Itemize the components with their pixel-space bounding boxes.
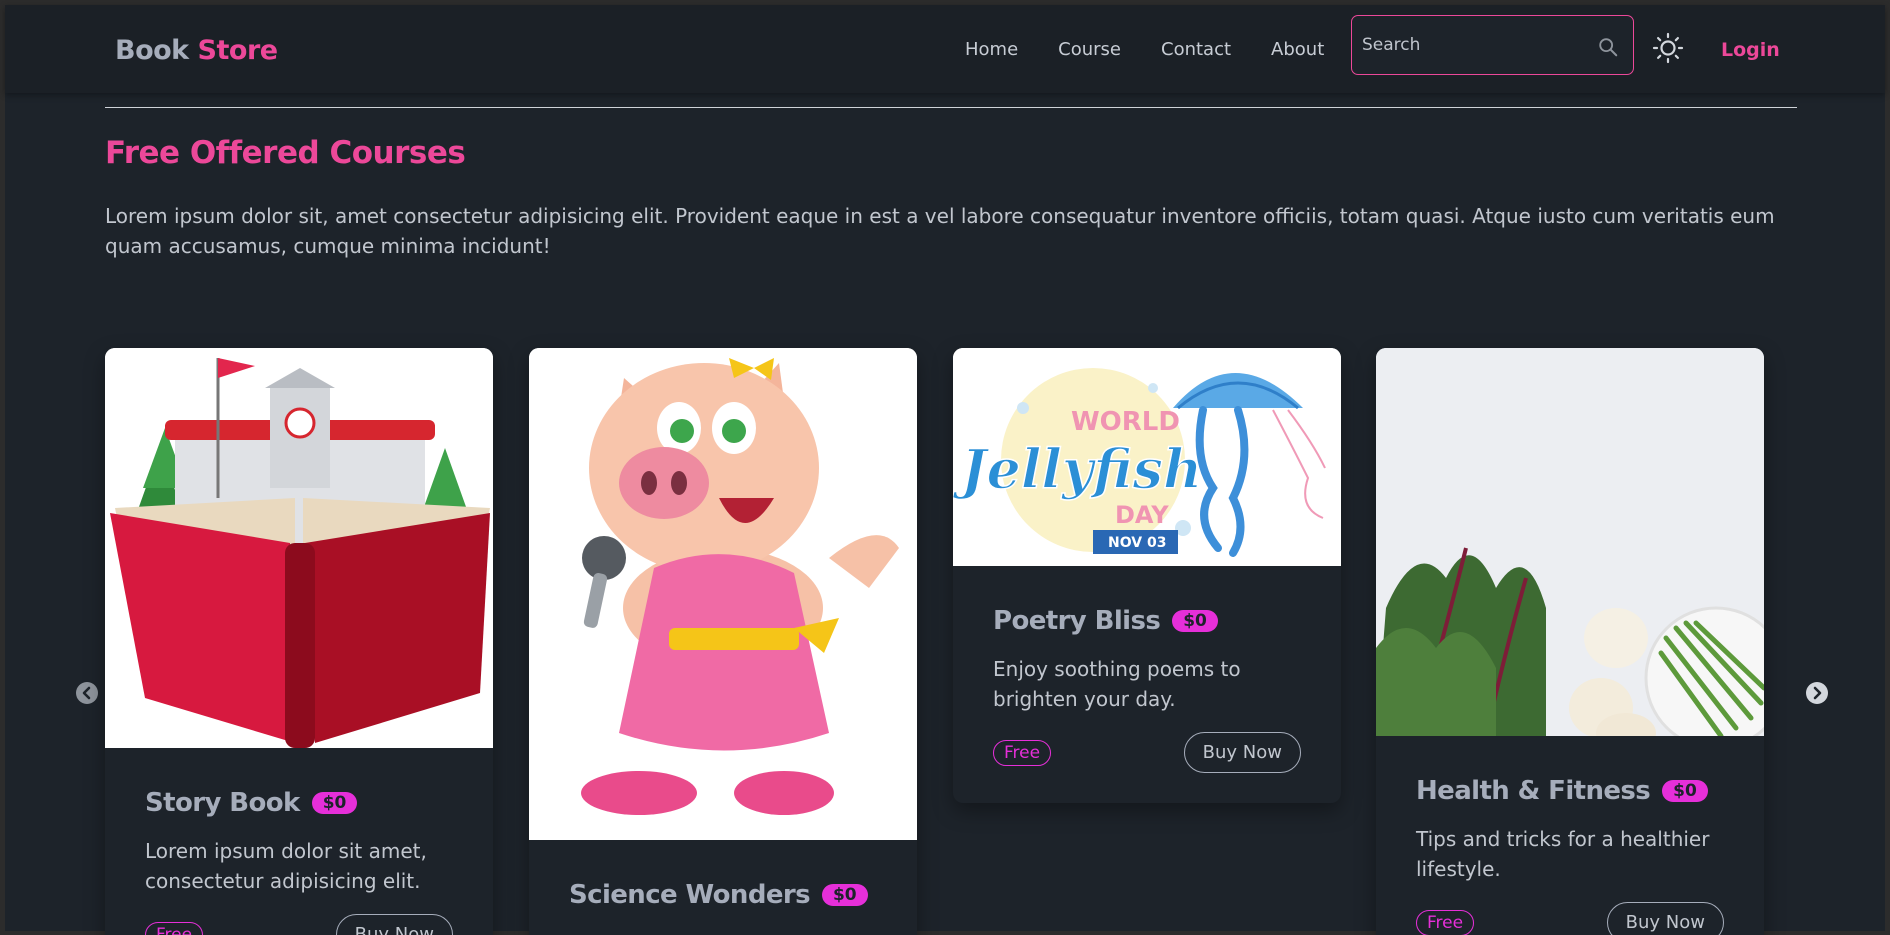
card-title: Story Book $0 bbox=[145, 788, 453, 818]
card-description: Tips and tricks for a healthier lifestyl… bbox=[1416, 827, 1710, 881]
brand-logo[interactable]: Book Store bbox=[115, 35, 278, 66]
chevron-left-icon bbox=[82, 686, 91, 700]
brand-text-store: Store bbox=[197, 35, 279, 66]
banner-text-date: NOV 03 bbox=[1108, 535, 1166, 551]
price-badge: $0 bbox=[1172, 610, 1218, 632]
card-description: Lorem ipsum dolor sit amet, consectetur … bbox=[145, 839, 427, 893]
card-title: Science Wonders $0 bbox=[569, 880, 877, 910]
nav-link-about[interactable]: About bbox=[1271, 39, 1324, 60]
login-button[interactable]: Login bbox=[1721, 39, 1780, 61]
section-title: Free Offered Courses bbox=[105, 135, 466, 171]
poetry-bliss-image: WORLD Jellyfish DAY NOV 03 bbox=[953, 348, 1341, 566]
navbar: Book Store Home Course Contact About Log… bbox=[5, 5, 1885, 93]
banner-text-day: DAY bbox=[1115, 501, 1169, 529]
card-actions: Free Buy Now bbox=[993, 732, 1301, 773]
card-actions: Free Buy Now bbox=[1416, 902, 1724, 935]
search-input[interactable] bbox=[1362, 32, 1592, 58]
nav-link-course[interactable]: Course bbox=[1058, 39, 1121, 60]
course-card: WORLD Jellyfish DAY NOV 03 Poetry Bliss … bbox=[953, 348, 1341, 803]
buy-now-button[interactable]: Buy Now bbox=[1183, 732, 1301, 773]
card-title-text: Poetry Bliss bbox=[993, 606, 1161, 636]
card-body: Poetry Bliss $0 Enjoy soothing poems to … bbox=[953, 566, 1341, 773]
card-title-text: Science Wonders bbox=[569, 880, 811, 910]
banner-text-world: WORLD bbox=[1071, 407, 1180, 437]
banner-text-jellyfish: Jellyfish bbox=[953, 437, 1202, 501]
buy-now-button[interactable]: Buy Now bbox=[1606, 902, 1724, 935]
science-wonders-image bbox=[529, 348, 917, 840]
nav-link-contact[interactable]: Contact bbox=[1161, 39, 1231, 60]
brand-text-book: Book bbox=[115, 35, 189, 66]
sun-icon[interactable] bbox=[1652, 32, 1684, 64]
card-body: Science Wonders $0 bbox=[529, 840, 917, 910]
price-badge: $0 bbox=[311, 792, 358, 814]
carousel-next-button[interactable] bbox=[1806, 682, 1828, 704]
course-card: Story Book $0 Lorem ipsum dolor sit amet… bbox=[105, 348, 493, 935]
search-icon[interactable] bbox=[1597, 36, 1619, 58]
chevron-right-icon bbox=[1813, 686, 1822, 700]
course-card: Science Wonders $0 bbox=[529, 348, 917, 935]
free-tag: Free bbox=[1416, 909, 1475, 935]
search-box bbox=[1351, 15, 1634, 75]
card-actions: Free Buy Now bbox=[145, 914, 453, 935]
carousel-prev-button[interactable] bbox=[76, 682, 98, 704]
section-divider bbox=[105, 107, 1797, 108]
free-tag: Free bbox=[145, 921, 204, 935]
section-description: Lorem ipsum dolor sit, amet consectetur … bbox=[105, 204, 1775, 258]
card-description: Enjoy soothing poems to brighten your da… bbox=[993, 657, 1241, 711]
card-title: Poetry Bliss $0 bbox=[993, 606, 1301, 636]
card-body: Health & Fitness $0 Tips and tricks for … bbox=[1376, 736, 1764, 935]
price-badge: $0 bbox=[1662, 780, 1708, 802]
card-body: Story Book $0 Lorem ipsum dolor sit amet… bbox=[105, 748, 493, 935]
health-fitness-image bbox=[1376, 348, 1764, 736]
card-title: Health & Fitness $0 bbox=[1416, 776, 1724, 806]
story-book-image bbox=[105, 348, 493, 748]
buy-now-button[interactable]: Buy Now bbox=[335, 914, 453, 935]
card-title-text: Story Book bbox=[145, 788, 300, 818]
nav-link-home[interactable]: Home bbox=[965, 39, 1018, 60]
nav-links: Home Course Contact About bbox=[965, 39, 1364, 60]
free-tag: Free bbox=[993, 739, 1052, 766]
price-badge: $0 bbox=[821, 884, 868, 906]
course-card: Health & Fitness $0 Tips and tricks for … bbox=[1376, 348, 1764, 935]
card-title-text: Health & Fitness bbox=[1416, 776, 1651, 806]
